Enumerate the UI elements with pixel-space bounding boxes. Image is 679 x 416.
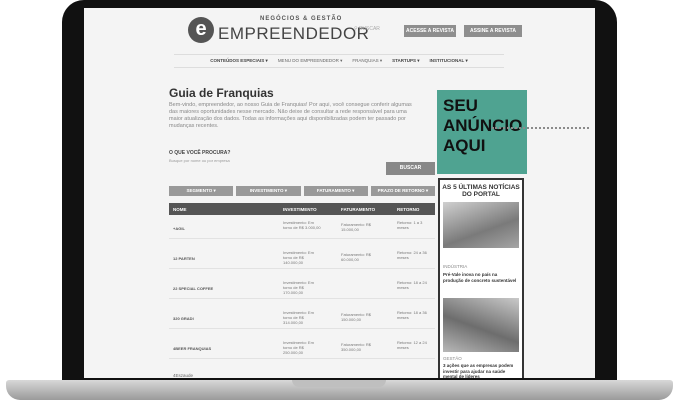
row-revenue: Faturamento: R$ 350.000,00 <box>341 342 372 352</box>
column-header-name[interactable]: NOME <box>173 207 187 212</box>
nav-item-entrepreneur-menu[interactable]: MENU DO EMPREENDEDOR ▾ <box>278 58 343 64</box>
nav-item-institutional[interactable]: INSTITUCIONAL ▾ <box>430 58 468 64</box>
page-intro: Bem-vindo, empreendedor, ao nosso Guia d… <box>169 102 412 129</box>
row-investment: Investimento: Em torno de R$ 3.000,00 <box>283 220 321 230</box>
access-magazine-button[interactable]: ACESSE A REVISTA <box>404 25 456 37</box>
column-header-return[interactable]: RETORNO <box>397 207 419 212</box>
table-row-partial[interactable]: 4Eszaude <box>173 373 193 378</box>
search-icon: ⚲ <box>354 26 358 32</box>
row-name[interactable]: 4BEER FRANQUIAS <box>173 346 211 351</box>
logo-name[interactable]: EMPREENDEDOR <box>218 24 369 44</box>
site-header: e NEGÓCIOS & GESTÃO EMPREENDEDOR ⚲ BUSCA… <box>84 8 595 50</box>
table-row[interactable]: +AGIL Investimento: Em torno de R$ 3.000… <box>169 216 435 239</box>
row-revenue: Faturamento: R$ 60.000,00 <box>341 252 372 262</box>
table-row[interactable]: 320 GRADI Investimento: Em torno de R$ 3… <box>169 306 435 329</box>
row-investment: Investimento: Em torno de R$ 170.000,00 <box>283 280 314 295</box>
news-image[interactable] <box>443 298 519 352</box>
row-name[interactable]: 320 GRADI <box>173 316 194 321</box>
row-name[interactable]: 12 PARTEN <box>173 256 195 261</box>
row-investment: Investimento: Em torno de R$ 314.000,00 <box>283 310 314 325</box>
column-header-revenue[interactable]: FATURAMENTO <box>341 207 375 212</box>
header-search-placeholder: BUSCAR <box>359 26 380 32</box>
row-return: Retorno: 18 a 36 meses <box>397 310 427 320</box>
row-return: Retorno: 24 a 36 meses <box>397 250 427 260</box>
row-return: Retorno: 1 a 3 meses <box>397 220 423 230</box>
logo-icon[interactable]: e <box>188 17 214 43</box>
news-image[interactable] <box>443 202 519 248</box>
subscribe-magazine-button[interactable]: ASSINE A REVISTA <box>464 25 522 37</box>
row-investment: Investimento: Em torno de R$ 250.000,00 <box>283 340 314 355</box>
laptop-notch <box>292 380 386 387</box>
row-return: Retorno: 18 a 24 meses <box>397 280 427 290</box>
row-revenue: Faturamento: R$ 150.000,00 <box>341 312 372 322</box>
news-title[interactable]: Pré-Vale inova no país na produção de co… <box>443 272 519 283</box>
logo-tagline: NEGÓCIOS & GESTÃO <box>260 16 343 22</box>
table-row[interactable]: 22 SPECIAL COFFEE Investimento: Em torno… <box>169 276 435 299</box>
news-title[interactable]: 3 ações que as empresas podem investir p… <box>443 363 519 378</box>
news-category[interactable]: GESTÃO <box>443 356 462 361</box>
callout-dotted-line-horizontal <box>492 127 589 129</box>
row-investment: Investimento: Em torno de R$ 140.000,00 <box>283 250 314 265</box>
table-row[interactable]: 4BEER FRANQUIAS Investimento: Em torno d… <box>169 336 435 359</box>
ad-banner[interactable]: SEU ANÚNCIO AQUI <box>437 90 527 174</box>
row-name[interactable]: 22 SPECIAL COFFEE <box>173 286 213 291</box>
filter-investment[interactable]: INVESTIMENTO ▾ <box>236 186 301 196</box>
page-title: Guia de Franquias <box>169 86 274 100</box>
row-revenue: Faturamento: R$ 15.000,00 <box>341 222 372 232</box>
filter-revenue[interactable]: FATURAMENTO ▾ <box>303 186 368 196</box>
browser-screen: e NEGÓCIOS & GESTÃO EMPREENDEDOR ⚲ BUSCA… <box>84 8 595 378</box>
header-search-input[interactable]: ⚲ BUSCAR <box>354 26 394 35</box>
search-label: O QUE VOCÊ PROCURA? <box>169 150 231 156</box>
table-row[interactable]: 12 PARTEN Investimento: Em torno de R$ 1… <box>169 246 435 269</box>
filter-return[interactable]: PRAZO DE RETORNO ▾ <box>370 186 435 196</box>
nav-item-startups[interactable]: STARTUPS ▾ <box>392 58 419 64</box>
latest-news-widget: AS 5 ÚLTIMAS NOTÍCIAS DO PORTAL INDÚSTRI… <box>438 178 524 378</box>
search-button[interactable]: BUSCAR <box>386 162 435 175</box>
filter-bar: SEGMENTO ▾ INVESTIMENTO ▾ FATURAMENTO ▾ … <box>169 186 435 196</box>
table-header: NOME INVESTIMENTO FATURAMENTO RETORNO <box>169 203 435 215</box>
column-header-investment[interactable]: INVESTIMENTO <box>283 207 317 212</box>
franchise-search-input[interactable]: Busque por nome ou por empresa <box>169 158 384 168</box>
main-nav: CONTEÚDOS ESPECIAIS ▾ MENU DO EMPREENDED… <box>174 54 504 68</box>
filter-segment[interactable]: SEGMENTO ▾ <box>169 186 234 196</box>
news-heading: AS 5 ÚLTIMAS NOTÍCIAS DO PORTAL <box>442 184 520 198</box>
news-category[interactable]: INDÚSTRIA <box>443 264 467 269</box>
nav-item-special-content[interactable]: CONTEÚDOS ESPECIAIS ▾ <box>210 58 268 64</box>
row-return: Retorno: 12 a 24 meses <box>397 340 427 350</box>
ad-banner-text: SEU ANÚNCIO AQUI <box>443 96 523 155</box>
row-name[interactable]: +AGIL <box>173 226 185 231</box>
nav-item-franchises[interactable]: FRANQUIAS ▾ <box>352 58 382 64</box>
